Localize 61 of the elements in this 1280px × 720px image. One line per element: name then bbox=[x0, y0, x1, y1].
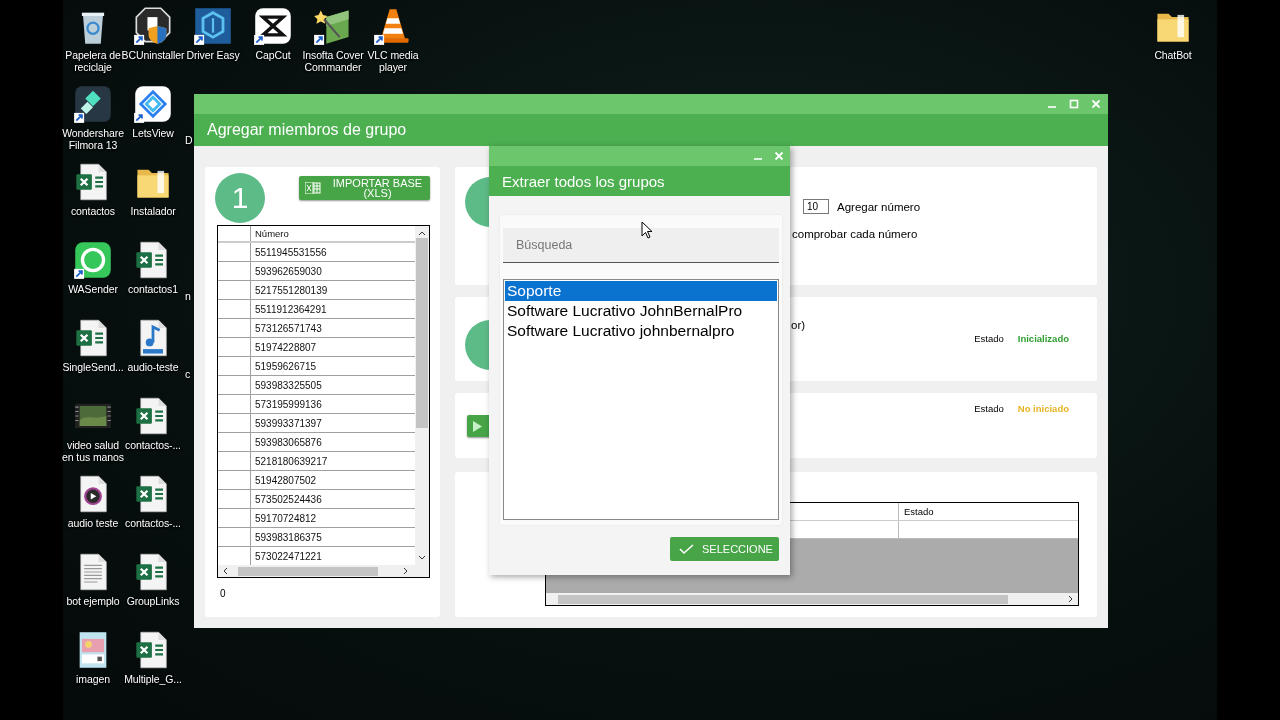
scroll-right-icon[interactable] bbox=[1068, 595, 1074, 603]
table-cell-text: 593983065876 bbox=[254, 435, 322, 450]
table-cell-text: 51959626715 bbox=[254, 359, 317, 374]
table-cell-text: 5217551280139 bbox=[254, 283, 328, 298]
table-cell-text: 5218180639217 bbox=[254, 454, 328, 469]
app-icon[interactable] bbox=[73, 84, 113, 124]
field-label: Agregar número bbox=[837, 200, 921, 213]
checkbox-label: comprobar cada número bbox=[792, 228, 919, 240]
column-header: Número bbox=[254, 227, 289, 241]
table-cell-text: 5511945531556 bbox=[254, 245, 327, 260]
desktop-icon-label[interactable]: Insofta Cover Commander bbox=[300, 49, 366, 73]
app-icon[interactable] bbox=[133, 84, 173, 124]
play-icon bbox=[473, 420, 482, 432]
table-cell-text: 51974228807 bbox=[254, 340, 317, 355]
table-cell-text: 51942807502 bbox=[254, 473, 317, 488]
table-cell-text: 573022471221 bbox=[254, 549, 322, 564]
column-header: Estado bbox=[903, 505, 934, 519]
app-icon[interactable] bbox=[73, 240, 113, 280]
desktop-icon-label[interactable]: D bbox=[185, 134, 193, 146]
table-cell-text: 59170724812 bbox=[254, 511, 317, 526]
window-title: Agregar miembros de grupo bbox=[194, 114, 1108, 146]
scroll-up-icon[interactable] bbox=[418, 230, 426, 236]
step-badge: 1 bbox=[215, 173, 265, 223]
status-value: Inicializado bbox=[1017, 333, 1069, 344]
group-item[interactable]: Software Lucrativo JohnBernalPro bbox=[505, 301, 777, 321]
scrollbar-thumb[interactable] bbox=[238, 566, 378, 576]
checkmark-icon bbox=[679, 543, 694, 555]
table-cell-text: 593983325505 bbox=[254, 378, 322, 393]
status-value: No iniciado bbox=[1017, 403, 1069, 414]
spreadsheet-icon bbox=[305, 182, 321, 194]
app-icon[interactable] bbox=[133, 6, 173, 46]
option-label: or) bbox=[791, 319, 806, 331]
row-count: 0 bbox=[220, 588, 227, 599]
table-cell-text: 573502524436 bbox=[254, 492, 322, 507]
table-cell-text: 573195999136 bbox=[254, 397, 322, 412]
desktop-icon-label[interactable]: n bbox=[185, 290, 191, 302]
dialog-title: Extraer todos los grupos bbox=[489, 166, 790, 196]
group-item[interactable]: Soporte bbox=[505, 281, 777, 301]
desktop-icon-label[interactable]: ChatBot bbox=[1140, 49, 1206, 61]
desktop-icon-label[interactable]: SingleSend... bbox=[60, 361, 126, 373]
app-icon[interactable] bbox=[193, 6, 233, 46]
status-label: Estado bbox=[974, 403, 1004, 414]
table-cell-text: 593983186375 bbox=[254, 530, 322, 545]
cursor-icon bbox=[641, 221, 653, 239]
scrollbar-thumb[interactable] bbox=[416, 238, 428, 428]
desktop-icon-label[interactable]: c bbox=[185, 368, 191, 380]
table-cell-text: 5511912364291 bbox=[254, 302, 327, 317]
desktop-icon-label[interactable]: Wondershare Filmora 13 bbox=[60, 127, 126, 151]
app-icon[interactable] bbox=[253, 6, 293, 46]
scroll-down-icon[interactable] bbox=[418, 555, 426, 561]
table-cell-text: 593962659030 bbox=[254, 264, 322, 279]
table-cell-text: 573126571743 bbox=[254, 321, 322, 336]
scroll-left-icon[interactable] bbox=[222, 567, 228, 575]
scroll-right-icon[interactable] bbox=[403, 567, 409, 575]
table-cell-text: 593993371397 bbox=[254, 416, 322, 431]
status-label: Estado bbox=[974, 333, 1004, 344]
group-item[interactable]: Software Lucrativo johnbernalpro bbox=[505, 321, 777, 341]
desktop-icon-label[interactable]: BCUninstaller bbox=[120, 49, 186, 61]
scrollbar-thumb[interactable] bbox=[558, 594, 1008, 604]
search-field[interactable]: Búsqueda bbox=[503, 228, 779, 263]
quantity-field[interactable]: 10 bbox=[803, 199, 829, 214]
